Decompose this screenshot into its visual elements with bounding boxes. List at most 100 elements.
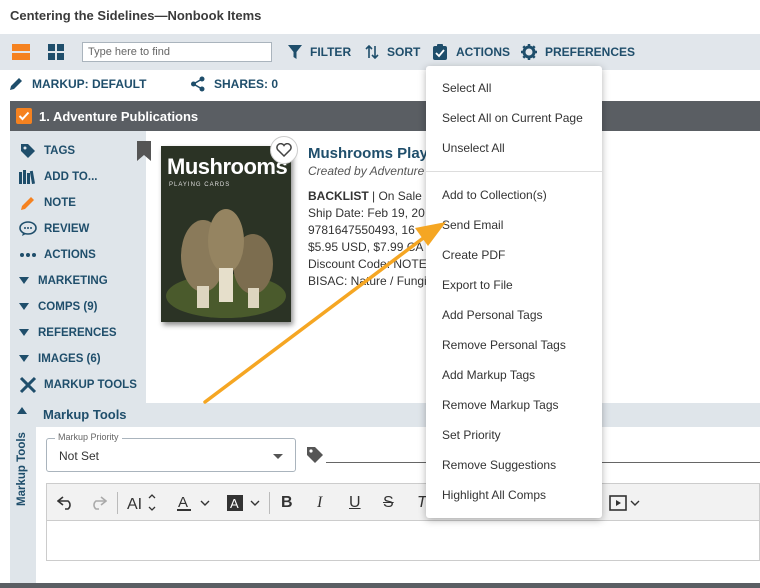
actions-label: ACTIONS [456,45,510,59]
item-checkbox[interactable] [16,108,32,124]
menu-item-select-all[interactable]: Select All [442,81,491,95]
bold-icon[interactable]: B [281,494,293,512]
clipboard-check-icon [433,44,447,60]
menu-item-create-pdf[interactable]: Create PDF [442,248,505,262]
sidebar-item-marketing[interactable]: MARKETING [18,272,108,290]
favorite-button[interactable] [270,136,298,164]
menu-item-unselect-all[interactable]: Unselect All [442,141,505,155]
menu-item-remove-markup-tags[interactable]: Remove Markup Tags [442,398,559,412]
menu-item-remove-personal-tags[interactable]: Remove Personal Tags [442,338,566,352]
sidebar-item-markup-tools[interactable]: MARKUP TOOLS [18,376,137,394]
next-item-header [0,583,760,588]
sidebar-item-references[interactable]: REFERENCES [18,324,117,342]
product-title[interactable]: Mushrooms Play [308,145,438,162]
highlight-color-icon[interactable]: A [227,494,263,512]
markup-selector[interactable]: MARKUP: DEFAULT [8,76,146,92]
tag-icon [18,143,38,159]
menu-item-add-personal-tags[interactable]: Add Personal Tags [442,308,543,322]
menu-item-highlight-all-comps[interactable]: Highlight All Comps [442,488,546,502]
sidebar-item-comps[interactable]: COMPS (9) [18,298,97,316]
shares-button[interactable]: SHARES: 0 [190,76,278,92]
redo-icon[interactable] [89,494,107,512]
sidebar-item-actions[interactable]: ACTIONS [18,246,96,264]
preferences-button[interactable]: PREFERENCES [521,42,635,62]
sort-button[interactable]: SORT [365,42,420,62]
font-color-icon[interactable]: A [177,494,213,512]
menu-item-select-all-current-page[interactable]: Select All on Current Page [442,111,583,125]
menu-item-send-email[interactable]: Send Email [442,218,503,232]
sidebar-item-images[interactable]: IMAGES (6) [18,350,101,368]
ship-date: Ship Date: Feb 19, 20 [308,206,425,220]
menu-item-add-markup-tags[interactable]: Add Markup Tags [442,368,535,382]
italic-icon[interactable]: I [317,494,322,512]
pencil-icon [10,78,22,90]
status-badge: BACKLIST [308,189,369,203]
font-size-icon[interactable]: AI [127,494,163,512]
sidebar-item-tags[interactable]: TAGS [18,142,75,160]
markup-tools-title: Markup Tools [43,407,127,422]
menu-item-remove-suggestions[interactable]: Remove Suggestions [442,458,556,472]
bookmark-icon[interactable] [137,141,151,161]
chevron-down-icon [273,454,283,459]
toolbar-divider [269,492,270,514]
discount-code: Discount Code: NOTE [308,257,427,271]
markup-bar: MARKUP: DEFAULT SHARES: 0 [0,70,760,100]
product-status-line: BACKLIST | On Sale D [308,188,438,205]
strikethrough-icon[interactable]: S [383,494,394,512]
search-input[interactable] [82,42,272,62]
sidebar-item-label: NOTE [44,197,76,209]
isbn: 9781647550493, 16 [308,223,415,237]
sidebar-item-label: MARKETING [38,275,108,287]
gear-icon [521,44,537,60]
grid-view-icon[interactable] [47,43,65,61]
shares-label: SHARES: 0 [214,77,279,91]
filter-button[interactable]: FILTER [288,42,351,62]
product-creator: Created by Adventure [308,164,425,178]
sidebar-item-label: MARKUP TOOLS [44,379,137,391]
note-editor-body[interactable] [46,521,760,561]
filter-icon [288,45,302,59]
svg-text:A: A [230,496,239,511]
left-gutter [0,131,10,588]
cover-title: Mushrooms [167,154,288,179]
media-icon[interactable] [609,494,641,512]
underline-icon[interactable]: U [349,494,361,512]
cover-subtitle: PLAYING CARDS [169,182,231,188]
caret-down-icon [18,355,30,363]
main-toolbar: FILTER SORT ACTIONS PREFERENCES [0,34,760,70]
books-icon [18,170,38,184]
menu-divider [426,171,602,172]
list-view-icon[interactable] [12,43,30,61]
item-header: 1. Adventure Publications [10,101,760,131]
tag-icon [306,446,324,464]
markup-priority-select[interactable]: Markup Priority Not Set [46,432,296,472]
sidebar-item-add-to[interactable]: ADD TO... [18,168,97,186]
sidebar-item-review[interactable]: REVIEW [18,220,89,238]
sidebar-item-label: REVIEW [44,223,90,235]
markup-tools-collapse[interactable]: Markup Tools [10,403,36,583]
menu-item-export-to-file[interactable]: Export to File [442,278,513,292]
markup-label: MARKUP: DEFAULT [32,77,147,91]
sidebar-item-label: ACTIONS [44,249,96,261]
item-header-title: 1. Adventure Publications [39,109,199,124]
menu-item-set-priority[interactable]: Set Priority [442,428,501,442]
sidebar-item-label: REFERENCES [38,327,117,339]
sidebar-item-label: COMPS (9) [38,301,98,313]
title-bar: Centering the Sidelines—Nonbook Items [0,0,760,34]
on-sale-text: | On Sale D [368,189,434,203]
svg-text:A: A [178,494,188,511]
markup-tools-vertical-label: Markup Tools [16,432,28,506]
product-cover-image[interactable]: Mushrooms PLAYING CARDS [161,146,291,322]
menu-item-add-to-collection[interactable]: Add to Collection(s) [442,188,547,202]
tools-icon [18,376,38,394]
actions-dropdown-menu: Select All Select All on Current Page Un… [426,66,602,518]
editor-toolbar: AI A A B I U S T [46,483,760,521]
sidebar-item-label: ADD TO... [44,171,98,183]
toolbar-divider [117,492,118,514]
item-sidebar: TAGS ADD TO... NOTE REVIEW ACTIONS MARKE… [10,131,146,403]
sidebar-item-note[interactable]: NOTE [18,194,76,212]
actions-button[interactable]: ACTIONS [432,42,510,62]
heart-icon [276,143,292,157]
undo-icon[interactable] [57,494,75,512]
pencil-icon [18,195,38,211]
